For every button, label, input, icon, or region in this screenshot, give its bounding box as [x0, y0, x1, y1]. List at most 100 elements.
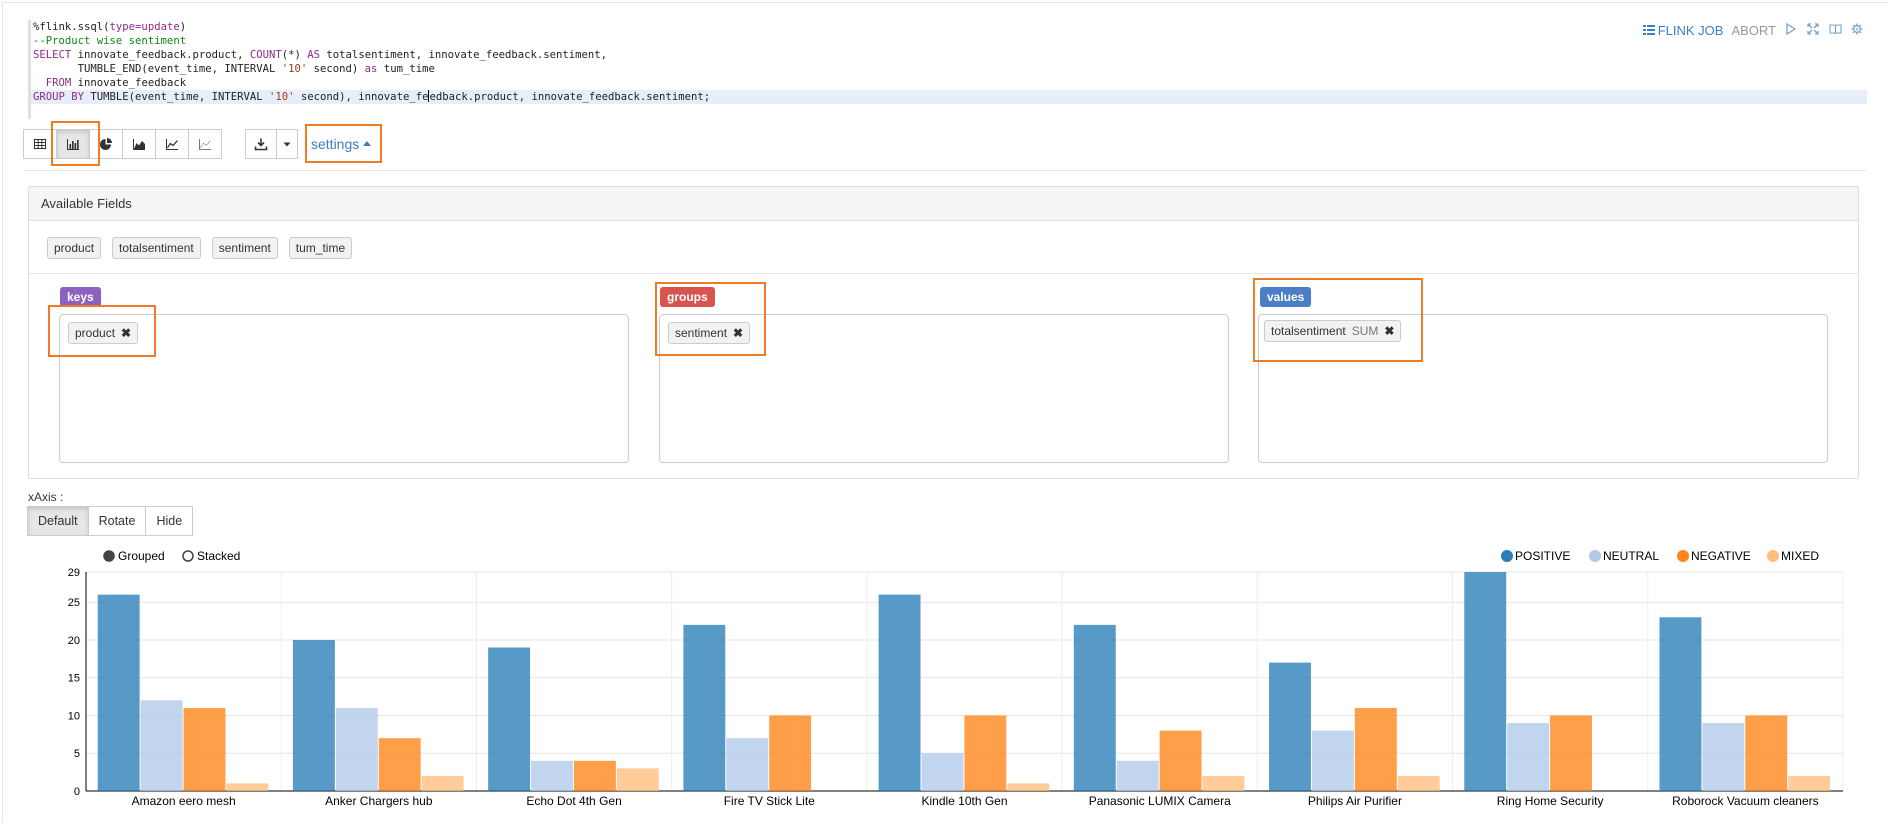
bar-negative[interactable] [769, 715, 812, 791]
bar-neutral[interactable] [1311, 730, 1354, 791]
mode-radio-stacked[interactable] [182, 550, 194, 562]
field-chip-sentiment[interactable]: sentiment [211, 237, 278, 259]
code-token: type=update [109, 21, 180, 33]
flink-job-link[interactable]: FLINK JOB [1642, 23, 1723, 38]
bar-positive[interactable] [1659, 617, 1702, 791]
code-token: TUMBLE_END(event_time, INTERVAL [33, 63, 282, 75]
legend-swatch[interactable] [1767, 550, 1779, 562]
field-chip-tum_time[interactable]: tum_time [288, 237, 353, 259]
code-line[interactable]: TUMBLE_END(event_time, INTERVAL '10' sec… [31, 62, 435, 76]
code-line[interactable]: %flink.ssql(type=update) [31, 20, 186, 34]
x-tick-label: Philips Air Purifier [1308, 794, 1402, 808]
abort-button[interactable]: ABORT [1731, 23, 1776, 38]
code-line[interactable]: --Product wise sentiment [31, 34, 186, 48]
bar-neutral[interactable] [1702, 723, 1745, 791]
bar-negative[interactable] [573, 760, 616, 791]
run-icon[interactable] [1784, 22, 1798, 38]
field-chip-totalsentiment[interactable]: totalsentiment [112, 237, 201, 259]
highlight-box [305, 124, 382, 163]
y-tick-label: 29 [68, 567, 80, 579]
xaxis-rotate-button[interactable]: Rotate [87, 506, 147, 536]
line-chart-button[interactable] [155, 129, 189, 159]
expand-icon[interactable] [1806, 23, 1820, 38]
bar-neutral[interactable] [335, 707, 378, 791]
list-icon [1642, 25, 1655, 35]
legend-label[interactable]: NEGATIVE [1691, 549, 1751, 563]
bar-positive[interactable] [292, 639, 335, 791]
bar-mixed[interactable] [226, 783, 269, 791]
bar-negative[interactable] [378, 738, 421, 791]
bar-mixed[interactable] [1007, 783, 1050, 791]
bar-positive[interactable] [1073, 624, 1116, 791]
legend-label[interactable]: MIXED [1781, 549, 1819, 563]
x-tick-label: Ring Home Security [1497, 794, 1604, 808]
xaxis-hide-button[interactable]: Hide [145, 506, 194, 536]
mode-label-grouped[interactable]: Grouped [118, 549, 165, 563]
legend-label[interactable]: NEUTRAL [1603, 549, 1659, 563]
legend-swatch[interactable] [1589, 550, 1601, 562]
area-chart-button[interactable] [122, 129, 156, 159]
code-token: totalsentiment, innovate_feedback.sentim… [320, 49, 608, 61]
xaxis-default-button[interactable]: Default [27, 506, 89, 536]
bar-mixed[interactable] [1202, 775, 1245, 791]
bar-negative[interactable] [964, 715, 1007, 791]
code-token: COUNT [249, 49, 282, 61]
bar-mixed[interactable] [421, 775, 464, 791]
highlight-box [655, 282, 766, 356]
y-tick-label: 15 [68, 673, 80, 685]
code-editor[interactable]: %flink.ssql(type=update) --Product wise s… [28, 20, 1867, 119]
bar-positive[interactable] [97, 594, 140, 791]
mode-radio-grouped[interactable] [103, 550, 115, 562]
bar-positive[interactable] [1269, 662, 1311, 791]
code-line[interactable]: SELECT innovate_feedback.product, COUNT(… [31, 48, 607, 62]
bar-negative[interactable] [1354, 707, 1397, 791]
y-tick-label: 0 [74, 786, 80, 798]
legend-swatch[interactable] [1677, 550, 1689, 562]
download-icon [254, 138, 268, 151]
download-button[interactable] [245, 129, 277, 159]
code-token: AS [307, 49, 321, 61]
bar-negative[interactable] [1159, 730, 1202, 791]
gear-icon[interactable] [1850, 23, 1864, 38]
bar-positive[interactable] [488, 647, 531, 791]
field-chip-product[interactable]: product [47, 237, 102, 259]
bar-negative[interactable] [183, 707, 226, 791]
code-token: '10' [281, 63, 308, 75]
highlight-box [51, 121, 100, 166]
bar-mixed[interactable] [616, 768, 659, 791]
mode-label-stacked[interactable]: Stacked [197, 549, 240, 563]
code-token: %flink.ssql( [33, 21, 110, 33]
highlight-box [48, 305, 156, 357]
bar-chart: 0 5 10 15 20 25 29 Amazon eero mesh Anker Charge… [68, 549, 1844, 808]
code-token: as [364, 63, 378, 75]
table-icon [34, 139, 46, 149]
legend-swatch[interactable] [1501, 550, 1513, 562]
bar-positive[interactable] [878, 594, 921, 791]
bar-neutral[interactable] [140, 700, 183, 791]
bar-neutral[interactable] [1507, 723, 1550, 791]
scatter-chart-button[interactable] [188, 129, 222, 159]
book-icon[interactable] [1828, 23, 1842, 38]
bar-neutral[interactable] [531, 760, 573, 791]
area-chart-icon [133, 139, 145, 150]
x-tick-label: Anker Chargers hub [325, 794, 433, 808]
code-token: --Product wise sentiment [33, 35, 187, 47]
bar-mixed[interactable] [1397, 775, 1440, 791]
bar-negative[interactable] [1550, 715, 1592, 791]
caret-down-icon [283, 142, 291, 147]
bar-negative[interactable] [1745, 715, 1788, 791]
bar-positive[interactable] [683, 624, 726, 791]
bar-neutral[interactable] [921, 753, 964, 791]
bar-positive[interactable] [1464, 572, 1507, 791]
code-line[interactable]: FROM innovate_feedback [31, 76, 186, 90]
x-tick-label: Amazon eero mesh [132, 794, 236, 808]
bar-neutral[interactable] [726, 738, 769, 791]
download-dropdown-button[interactable] [276, 129, 298, 159]
y-tick-label: 20 [68, 635, 80, 647]
code-line[interactable]: GROUP BY TUMBLE(event_time, INTERVAL '10… [31, 90, 1867, 104]
y-tick-label: 5 [74, 748, 80, 760]
legend-label[interactable]: POSITIVE [1515, 549, 1570, 563]
bar-neutral[interactable] [1116, 760, 1159, 791]
highlight-box [1253, 278, 1423, 362]
bar-mixed[interactable] [1788, 775, 1831, 791]
